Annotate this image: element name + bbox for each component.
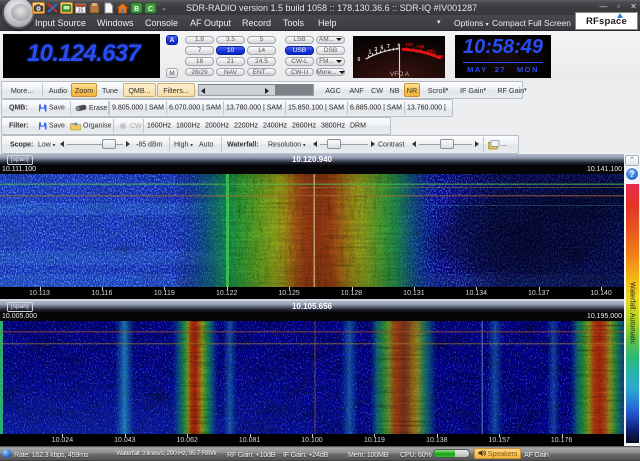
svg-text:dB: dB bbox=[438, 54, 445, 59]
svg-text:1: 1 bbox=[369, 50, 372, 56]
svg-text:3: 3 bbox=[375, 47, 378, 53]
svg-text:5: 5 bbox=[381, 46, 384, 52]
svg-text:VFO A: VFO A bbox=[390, 71, 410, 78]
svg-text:+20: +20 bbox=[405, 42, 413, 47]
svg-text:B: B bbox=[134, 6, 139, 13]
svg-text:+40: +40 bbox=[417, 44, 425, 49]
svg-text:+60: +60 bbox=[427, 49, 435, 54]
svg-text:0: 0 bbox=[358, 57, 361, 63]
svg-text:C: C bbox=[148, 6, 153, 13]
svg-text:7: 7 bbox=[387, 44, 390, 50]
svg-text:15: 15 bbox=[78, 7, 84, 13]
